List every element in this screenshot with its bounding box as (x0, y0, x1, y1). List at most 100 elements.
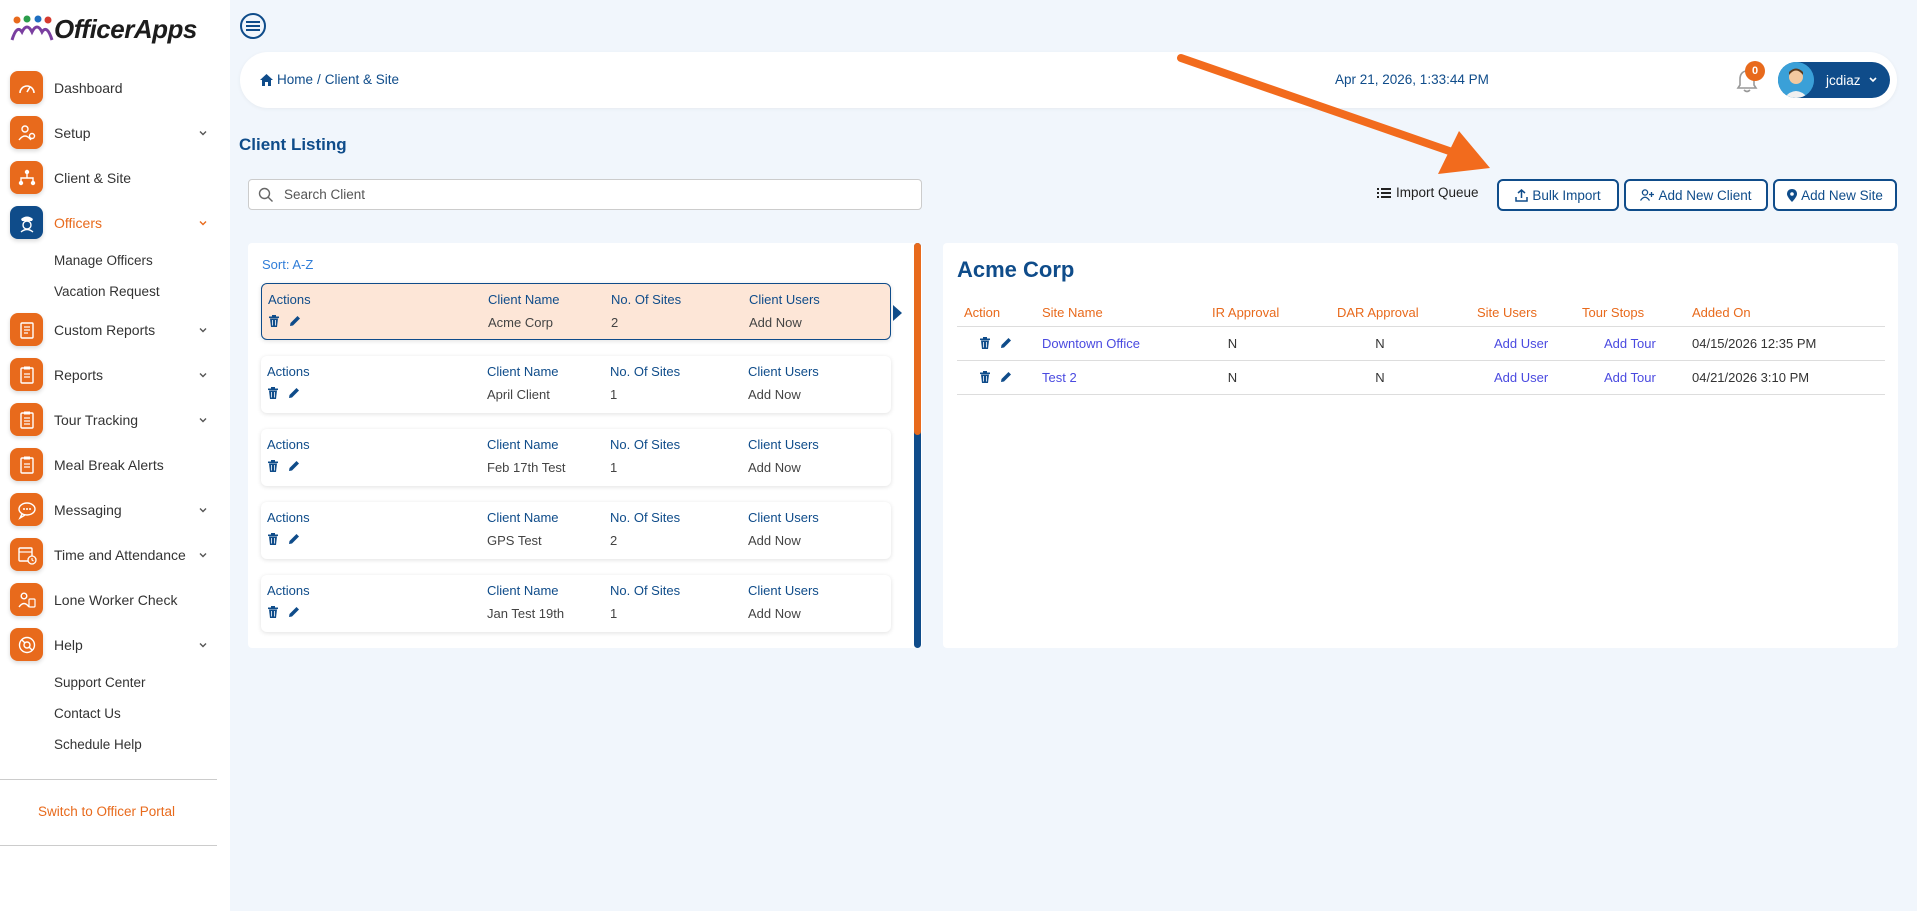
site-name-link[interactable]: Downtown Office (1035, 326, 1205, 361)
user-menu-button[interactable]: jcdiaz (1778, 62, 1890, 98)
sidebar-item-officers[interactable]: Officers (0, 200, 230, 245)
sidebar-item-tour-tracking[interactable]: Tour Tracking (0, 397, 230, 442)
add-user-icon (1640, 189, 1655, 201)
add-tour-link[interactable]: Add Tour (1575, 360, 1685, 395)
pencil-edit-icon[interactable] (288, 606, 300, 618)
add-client-users-link[interactable]: Add Now (748, 460, 801, 475)
search-client-input[interactable] (284, 187, 904, 202)
column-header-ir-approval: IR Approval (1205, 299, 1330, 327)
trash-icon[interactable] (979, 337, 991, 349)
column-header-tour-stops: Tour Stops (1575, 299, 1685, 327)
client-card[interactable]: Actions Client Name No. Of Sites Client Use… (261, 502, 891, 559)
ir-approval: N (1205, 360, 1330, 395)
chevron-down-icon (199, 372, 207, 377)
add-client-users-link[interactable]: Add Now (748, 533, 801, 548)
add-new-site-button[interactable]: Add New Site (1773, 179, 1897, 211)
sidebar-subitem-support-center[interactable]: Support Center (0, 667, 230, 698)
add-client-users-link[interactable]: Add Now (749, 315, 802, 330)
sidebar-item-setup[interactable]: Setup (0, 110, 230, 155)
pencil-edit-icon[interactable] (1000, 337, 1012, 349)
switch-to-officer-portal-link[interactable]: Switch to Officer Portal (38, 804, 175, 819)
pencil-edit-icon[interactable] (1000, 371, 1012, 383)
sidebar-item-label: Time and Attendance (54, 546, 186, 563)
bulk-import-button[interactable]: Bulk Import (1497, 179, 1619, 211)
sidebar-item-lone-worker-check[interactable]: Lone Worker Check (0, 577, 230, 622)
client-card[interactable]: Actions Client Name No. Of Sites Client Use… (261, 283, 891, 340)
sidebar-item-label: Lone Worker Check (54, 591, 178, 608)
sites-count: 1 (610, 387, 618, 402)
pencil-edit-icon[interactable] (288, 533, 300, 545)
column-header-site-name: Site Name (1035, 299, 1205, 327)
column-header-dar-approval: DAR Approval (1330, 299, 1470, 327)
trash-icon[interactable] (268, 315, 280, 327)
officerapps-logo[interactable]: OfficerApps (10, 12, 197, 46)
sidebar-item-custom-reports[interactable]: Custom Reports (0, 307, 230, 352)
chevron-down-icon (199, 507, 207, 512)
client-card[interactable]: Actions Client Name No. Of Sites Client Use… (261, 429, 891, 486)
trash-icon[interactable] (267, 387, 279, 399)
sites-table: Action Site Name IR Approval DAR Approval Si… (957, 299, 1885, 395)
chevron-down-icon (199, 417, 207, 422)
sidebar-item-reports[interactable]: Reports (0, 352, 230, 397)
row-actions (957, 326, 1035, 361)
trash-icon[interactable] (979, 371, 991, 383)
dar-approval: N (1330, 326, 1470, 361)
search-client-box (248, 179, 922, 210)
lone-worker-icon (10, 583, 43, 616)
sidebar-item-messaging[interactable]: Messaging (0, 487, 230, 532)
site-name-link[interactable]: Test 2 (1035, 360, 1205, 395)
import-queue-link[interactable]: Import Queue (1377, 185, 1479, 200)
sidebar-item-time-and-attendance[interactable]: Time and Attendance (0, 532, 230, 577)
sidebar-item-label: Reports (54, 366, 104, 383)
client-users-header: Client Users (748, 437, 819, 452)
add-user-link[interactable]: Add User (1470, 326, 1575, 361)
officer-badge-icon (10, 206, 43, 239)
list-icon (1377, 187, 1391, 198)
avatar (1778, 62, 1814, 98)
sidebar-subitem-vacation-request[interactable]: Vacation Request (0, 276, 230, 307)
trash-icon[interactable] (267, 460, 279, 472)
chat-bubble-icon (10, 493, 43, 526)
sidebar-item-label: Dashboard (54, 79, 123, 96)
client-users-header: Client Users (749, 292, 820, 307)
breadcrumb-home-link[interactable]: Home (277, 72, 313, 87)
add-user-link[interactable]: Add User (1470, 360, 1575, 395)
home-icon (260, 73, 273, 86)
sidebar-item-meal-break-alerts[interactable]: Meal Break Alerts (0, 442, 230, 487)
add-client-users-link[interactable]: Add Now (748, 387, 801, 402)
bulk-import-label: Bulk Import (1532, 187, 1601, 203)
notification-count-badge: 0 (1745, 61, 1765, 81)
column-header-added-on: Added On (1685, 299, 1885, 327)
menu-toggle-button[interactable] (240, 13, 266, 39)
add-new-client-button[interactable]: Add New Client (1624, 179, 1768, 211)
actions-header: Actions (267, 510, 310, 525)
sites-count-header: No. Of Sites (610, 583, 681, 598)
pencil-edit-icon[interactable] (288, 460, 300, 472)
add-client-users-link[interactable]: Add Now (748, 606, 801, 621)
client-card[interactable]: Actions Client Name No. Of Sites Client Use… (261, 575, 891, 632)
trash-icon[interactable] (267, 606, 279, 618)
add-tour-link[interactable]: Add Tour (1575, 326, 1685, 361)
sidebar-divider-top (0, 779, 217, 780)
scrollbar-thumb[interactable] (914, 243, 921, 435)
sort-toggle[interactable]: Sort: A-Z (262, 257, 313, 272)
chevron-down-icon (199, 327, 207, 332)
chevron-down-icon (199, 130, 207, 135)
selected-card-pointer (893, 305, 902, 321)
sidebar-item-help[interactable]: Help (0, 622, 230, 667)
sidebar-item-client-site[interactable]: Client & Site (0, 155, 230, 200)
sidebar-subitem-schedule-help[interactable]: Schedule Help (0, 729, 230, 760)
client-card[interactable]: Actions Client Name No. Of Sites Client Use… (261, 356, 891, 413)
trash-icon[interactable] (267, 533, 279, 545)
pencil-edit-icon[interactable] (288, 387, 300, 399)
selected-client-name: Acme Corp (957, 257, 1075, 282)
sidebar-item-dashboard[interactable]: Dashboard (0, 65, 230, 110)
sidebar-subitem-manage-officers[interactable]: Manage Officers (0, 245, 230, 276)
client-list-scrollbar[interactable] (914, 243, 921, 648)
pencil-edit-icon[interactable] (289, 315, 301, 327)
speedometer-icon (10, 71, 43, 104)
chevron-down-icon (1869, 77, 1877, 83)
client-detail-panel: Acme Corp Action Site Name IR Approval DAR … (943, 243, 1898, 648)
sidebar-subitem-contact-us[interactable]: Contact Us (0, 698, 230, 729)
sites-count: 1 (610, 460, 618, 475)
